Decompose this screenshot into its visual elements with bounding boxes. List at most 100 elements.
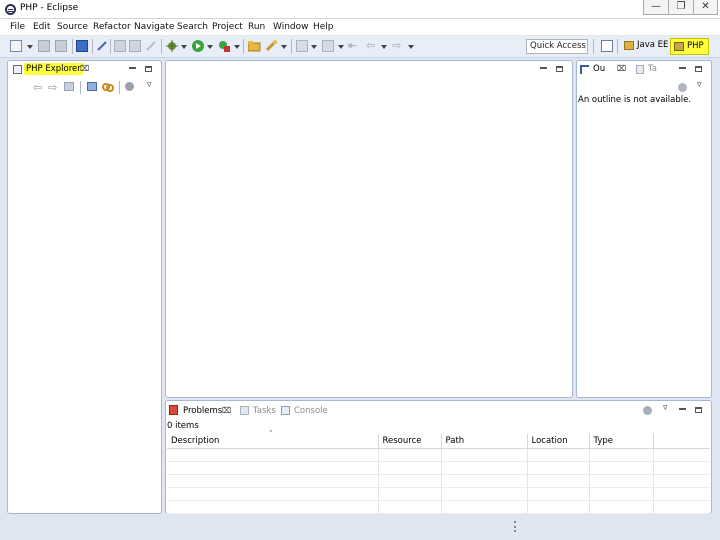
- minimize-window-button[interactable]: —: [643, 0, 669, 15]
- maximize-editor-icon[interactable]: [556, 66, 563, 72]
- filter-icon[interactable]: [643, 406, 652, 415]
- pin-icon[interactable]: [96, 40, 108, 52]
- console-tab-label: Console: [294, 406, 328, 416]
- up-folder-icon[interactable]: [64, 82, 74, 91]
- close-tab-icon[interactable]: ⌧: [222, 406, 231, 415]
- save-icon[interactable]: [38, 40, 50, 52]
- toolbar-separator: [110, 39, 111, 54]
- menu-edit[interactable]: Edit: [33, 22, 50, 32]
- table-row: [167, 500, 710, 514]
- toolbar-separator: [72, 39, 73, 54]
- java-ee-perspective-label: Java EE: [637, 40, 669, 50]
- restore-window-button[interactable]: ❐: [668, 0, 694, 15]
- main-toolbar: ⇤ ⇦ ⇨ Quick Access Java EE PHP: [0, 36, 720, 58]
- menu-window[interactable]: Window: [273, 22, 309, 32]
- run-icon[interactable]: [192, 40, 204, 52]
- pencil-icon[interactable]: [145, 40, 157, 52]
- column-header-location[interactable]: Location: [527, 434, 590, 449]
- view-menu-chevron-icon[interactable]: ▿: [147, 80, 152, 90]
- menu-file[interactable]: File: [10, 22, 25, 32]
- external-tools-icon[interactable]: [218, 40, 230, 52]
- menu-help[interactable]: Help: [313, 22, 334, 32]
- menu-navigate[interactable]: Navigate: [134, 22, 174, 32]
- back-arrow-icon[interactable]: ⇦: [366, 40, 378, 52]
- filter-icon[interactable]: [678, 83, 687, 92]
- toolbar-separator: [291, 39, 292, 54]
- minimize-editor-icon[interactable]: [540, 67, 547, 69]
- next-annotation-icon[interactable]: [296, 40, 308, 52]
- forward-arrow-icon[interactable]: ⇨: [48, 81, 57, 94]
- java-ee-perspective-button[interactable]: Java EE: [621, 38, 671, 55]
- table-header-row: Description ˆ Resource Path Location Type: [167, 430, 710, 449]
- tasks-icon: [240, 406, 249, 415]
- open-folder-icon[interactable]: [247, 40, 261, 52]
- filter-icon[interactable]: [125, 82, 134, 91]
- maximize-view-icon[interactable]: [695, 66, 702, 72]
- minimize-view-icon[interactable]: [679, 67, 686, 69]
- back-arrow-icon[interactable]: ⇦: [33, 81, 42, 94]
- problems-item-count: 0 items: [167, 421, 199, 431]
- table-row: [167, 487, 710, 501]
- chevron-down-icon[interactable]: [27, 45, 33, 49]
- close-window-button[interactable]: ✕: [693, 0, 718, 15]
- table-row: [167, 461, 710, 475]
- task-list-icon: [636, 65, 644, 74]
- menu-source[interactable]: Source: [57, 22, 88, 32]
- close-tab-icon[interactable]: ⌧: [80, 64, 89, 73]
- chevron-down-icon[interactable]: [181, 45, 187, 49]
- document-icon[interactable]: [129, 40, 141, 52]
- menu-refactor[interactable]: Refactor: [93, 22, 131, 32]
- new-file-icon[interactable]: [10, 40, 22, 52]
- menu-run[interactable]: Run: [248, 22, 265, 32]
- problems-table: Description ˆ Resource Path Location Type: [167, 430, 710, 514]
- menu-project[interactable]: Project: [212, 22, 243, 32]
- column-header-resource[interactable]: Resource: [378, 434, 442, 449]
- view-menu-chevron-icon[interactable]: ▿: [697, 80, 702, 90]
- editor-area: [165, 60, 573, 398]
- toolbar-separator: [617, 39, 618, 54]
- console-icon: [281, 406, 290, 415]
- collapse-all-icon[interactable]: [87, 82, 97, 91]
- chevron-down-icon[interactable]: [207, 45, 213, 49]
- link-with-editor-icon[interactable]: [102, 82, 114, 96]
- chevron-down-icon[interactable]: [234, 45, 240, 49]
- php-explorer-tab-label: PHP Explorer: [24, 63, 83, 75]
- java-ee-perspective-icon: [624, 41, 634, 50]
- status-bar-drag-handle[interactable]: [514, 521, 516, 532]
- maximize-view-icon[interactable]: [145, 66, 152, 72]
- tasks-tab-label: Tasks: [253, 406, 276, 416]
- chevron-down-icon[interactable]: [281, 45, 287, 49]
- status-bar: [0, 516, 720, 540]
- search-flashlight-icon[interactable]: [265, 40, 277, 52]
- close-tab-icon[interactable]: ⌧: [617, 64, 626, 73]
- column-header-description[interactable]: Description ˆ: [167, 430, 379, 449]
- problems-tab-label: Problems: [183, 406, 223, 416]
- column-header-type[interactable]: Type: [589, 434, 654, 449]
- php-perspective-button[interactable]: PHP: [670, 38, 709, 55]
- column-header-path[interactable]: Path: [441, 434, 528, 449]
- chevron-down-icon[interactable]: [311, 45, 317, 49]
- table-row: [167, 448, 710, 462]
- outline-icon: [580, 65, 589, 74]
- quick-access-input[interactable]: Quick Access: [526, 39, 588, 54]
- view-menu-chevron-icon[interactable]: ▿: [663, 403, 668, 413]
- debug-icon[interactable]: [166, 40, 178, 52]
- problems-icon: [169, 405, 178, 415]
- title-bar: PHP - Eclipse — ❐ ✕: [0, 0, 720, 19]
- maximize-view-icon[interactable]: [695, 407, 702, 413]
- last-edit-icon[interactable]: ⇤: [348, 40, 360, 52]
- terminal-icon[interactable]: [76, 40, 88, 52]
- outline-tab-label: Ou: [593, 64, 606, 74]
- forward-arrow-icon[interactable]: ⇨: [392, 40, 404, 52]
- menu-search[interactable]: Search: [177, 22, 208, 32]
- chevron-down-icon[interactable]: [381, 45, 387, 49]
- save-all-icon[interactable]: [55, 40, 67, 52]
- open-perspective-icon[interactable]: [601, 40, 613, 52]
- table-row: [167, 474, 710, 488]
- minimize-view-icon[interactable]: [679, 408, 686, 410]
- chevron-down-icon[interactable]: [408, 45, 414, 49]
- document-icon[interactable]: [114, 40, 126, 52]
- chevron-down-icon[interactable]: [338, 45, 344, 49]
- minimize-view-icon[interactable]: [129, 67, 136, 69]
- previous-annotation-icon[interactable]: [322, 40, 334, 52]
